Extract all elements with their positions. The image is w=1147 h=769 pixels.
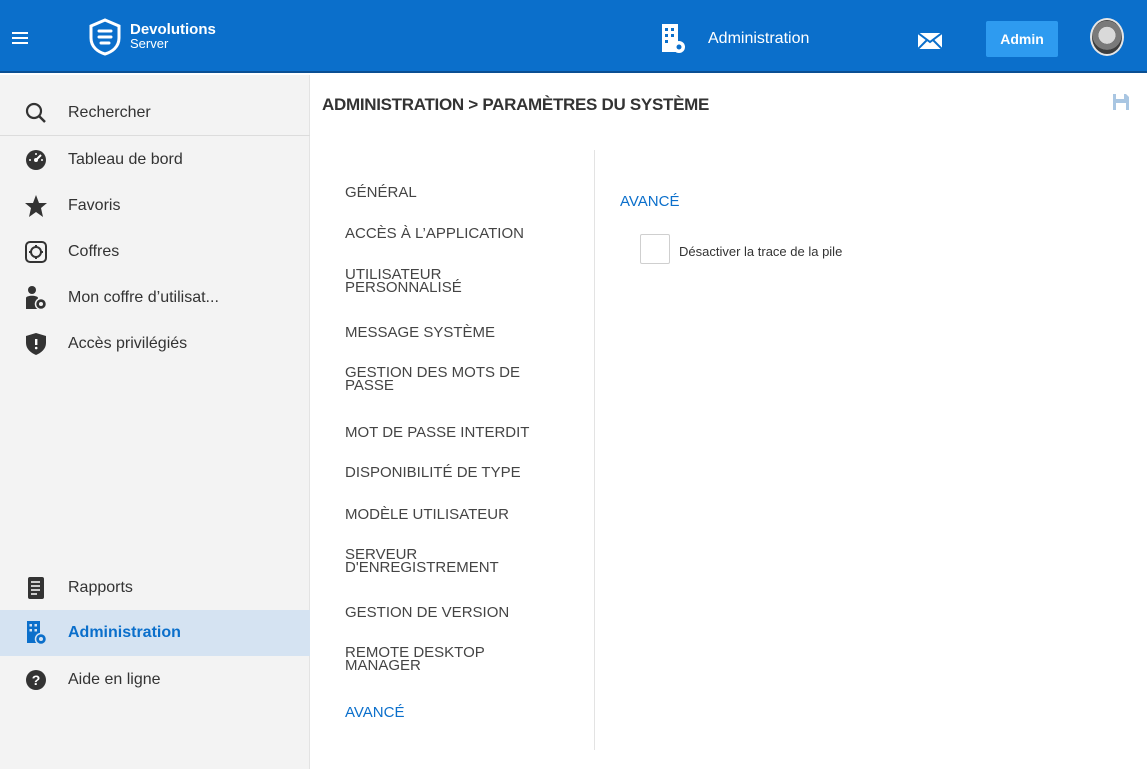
menu-item-general[interactable]: GÉNÉRAL bbox=[345, 185, 555, 200]
sidebar-item-label: Mon coffre d’utilisat... bbox=[68, 289, 219, 306]
menu-item-application-access[interactable]: ACCÈS À L’APPLICATION bbox=[345, 226, 555, 241]
mail-icon[interactable] bbox=[918, 33, 942, 49]
administration-icon bbox=[24, 621, 48, 646]
sidebar-item-label: Tableau de bord bbox=[68, 151, 183, 168]
user-vault-icon bbox=[24, 286, 48, 311]
menu-item-custom-user[interactable]: UTILISATEUR PERSONNALISÉ bbox=[345, 267, 555, 295]
search-icon bbox=[24, 101, 48, 125]
sidebar-item-privileged-access[interactable]: Accès privilégiés bbox=[0, 321, 310, 367]
dashboard-icon bbox=[24, 148, 48, 172]
shield-icon bbox=[24, 332, 48, 356]
disable-stack-trace-checkbox-row[interactable] bbox=[640, 234, 670, 264]
menu-item-forbidden-password[interactable]: MOT DE PASSE INTERDIT bbox=[345, 425, 555, 440]
vault-icon bbox=[24, 240, 48, 264]
sidebar-item-help[interactable]: ? Aide en ligne bbox=[0, 657, 310, 703]
admin-button[interactable]: Admin bbox=[986, 21, 1058, 57]
sidebar-item-label: Administration bbox=[68, 624, 181, 641]
devolutions-logo[interactable]: Devolutions Server bbox=[88, 18, 216, 56]
logo-subtitle: Server bbox=[130, 36, 169, 51]
sidebar-item-reports[interactable]: Rapports bbox=[0, 565, 310, 611]
sidebar-item-label: Coffres bbox=[68, 243, 120, 260]
topbar-section-label: Administration bbox=[708, 30, 810, 47]
menu-item-remote-desktop-manager[interactable]: REMOTE DESKTOP MANAGER bbox=[345, 645, 555, 673]
logo-title: Devolutions bbox=[130, 21, 216, 38]
administration-building-icon bbox=[662, 24, 685, 53]
sidebar-item-label: Accès privilégiés bbox=[68, 335, 188, 352]
sidebar-search-label: Rechercher bbox=[68, 104, 151, 121]
sidebar-item-administration[interactable]: Administration bbox=[0, 610, 310, 656]
sidebar-item-label: Rapports bbox=[68, 579, 133, 596]
sidebar-search[interactable]: Rechercher bbox=[0, 91, 310, 136]
save-icon[interactable] bbox=[1112, 93, 1130, 111]
help-icon: ? bbox=[24, 668, 48, 692]
sidebar-item-label: Favoris bbox=[68, 197, 121, 214]
star-icon bbox=[24, 194, 48, 218]
menu-item-advanced[interactable]: AVANCÉ bbox=[345, 705, 555, 720]
hamburger-menu-icon[interactable] bbox=[12, 32, 28, 44]
menu-item-password-management[interactable]: GESTION DES MOTS DE PASSE bbox=[345, 365, 555, 393]
menu-item-version-management[interactable]: GESTION DE VERSION bbox=[345, 605, 555, 620]
menu-item-system-message[interactable]: MESSAGE SYSTÈME bbox=[345, 325, 555, 340]
sidebar-item-label: Aide en ligne bbox=[68, 671, 161, 688]
logo-shield-icon bbox=[89, 18, 121, 56]
reports-icon bbox=[24, 576, 48, 600]
top-bar: Devolutions Server Administration Admin bbox=[0, 0, 1147, 73]
sidebar-item-dashboard[interactable]: Tableau de bord bbox=[0, 137, 310, 183]
settings-menu: GÉNÉRAL ACCÈS À L’APPLICATION UTILISATEU… bbox=[345, 150, 595, 750]
menu-item-type-availability[interactable]: DISPONIBILITÉ DE TYPE bbox=[345, 465, 555, 480]
sidebar: Rechercher Tableau de bord Favoris Coffr… bbox=[0, 75, 310, 769]
disable-stack-trace-label: Désactiver la trace de la pile bbox=[679, 244, 843, 259]
topbar-administration[interactable]: Administration bbox=[660, 22, 809, 56]
sidebar-item-vaults[interactable]: Coffres bbox=[0, 229, 310, 275]
sidebar-item-favorites[interactable]: Favoris bbox=[0, 183, 310, 229]
disable-stack-trace-checkbox[interactable] bbox=[640, 234, 670, 264]
sidebar-item-user-vault[interactable]: Mon coffre d’utilisat... bbox=[0, 275, 310, 321]
breadcrumb: ADMINISTRATION > PARAMÈTRES DU SYSTÈME bbox=[322, 95, 710, 114]
menu-item-logging-server[interactable]: SERVEUR D'ENREGISTREMENT bbox=[345, 547, 555, 575]
svg-text:?: ? bbox=[32, 672, 41, 688]
menu-item-user-template[interactable]: MODÈLE UTILISATEUR bbox=[345, 507, 555, 522]
user-avatar[interactable] bbox=[1090, 18, 1124, 56]
section-title: AVANCÉ bbox=[620, 193, 680, 210]
